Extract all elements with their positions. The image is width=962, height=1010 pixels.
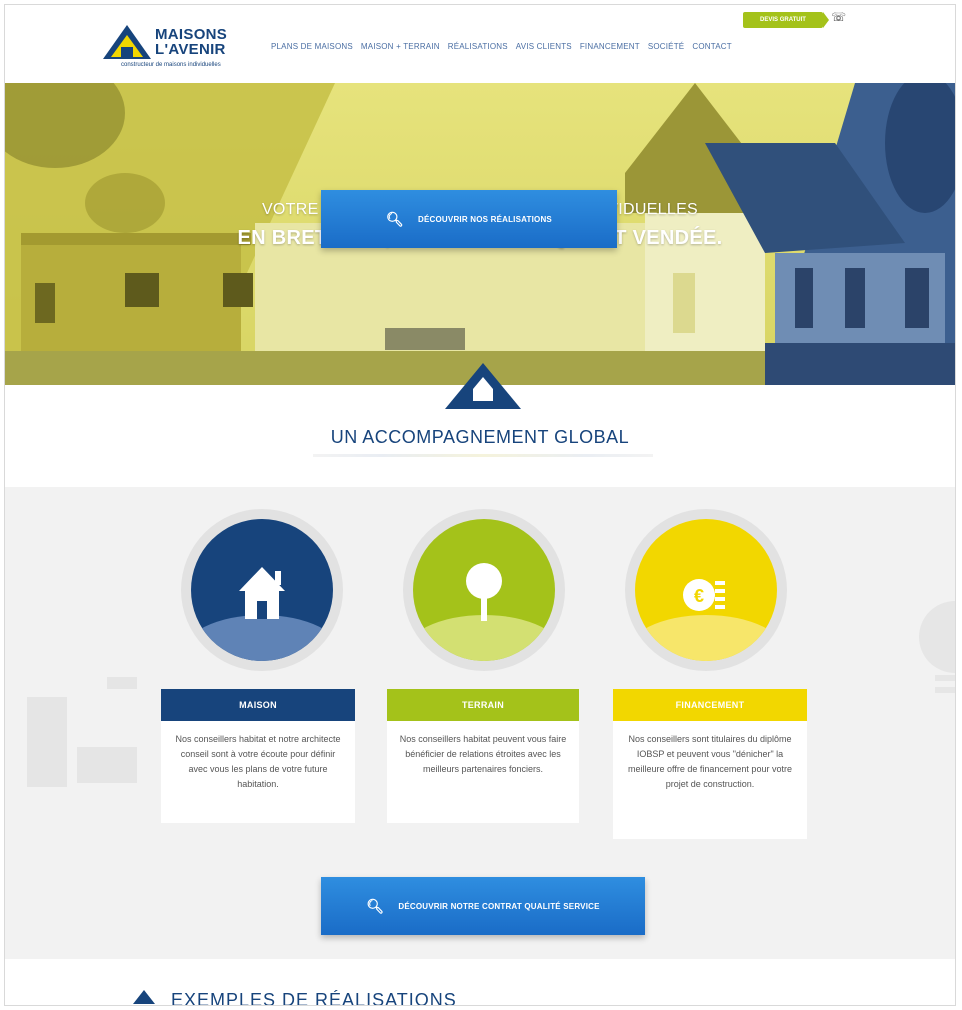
- roof-badge-icon: [445, 363, 521, 409]
- realisations-heading: EXEMPLES DE RÉALISATIONS: [133, 990, 457, 1006]
- card-terrain-text: Nos conseillers habitat peuvent vous fai…: [387, 721, 579, 823]
- main-nav: PLANS DE MAISONS MAISON + TERRAIN RÉALIS…: [271, 42, 732, 51]
- roof-icon: [133, 990, 155, 1004]
- nav-plans[interactable]: PLANS DE MAISONS: [271, 42, 353, 51]
- discover-contract-button[interactable]: 🔍︎ DÉCOUVRIR NOTRE CONTRAT QUALITÉ SERVI…: [321, 877, 645, 935]
- card-financement-title: FINANCEMENT: [613, 689, 807, 721]
- card-terrain-title: TERRAIN: [387, 689, 579, 721]
- svg-text:€: €: [694, 586, 704, 606]
- nav-financement[interactable]: FINANCEMENT: [580, 42, 640, 51]
- discover-realisations-button[interactable]: 🔍︎ DÉCOUVRIR NOS RÉALISATIONS: [321, 190, 617, 248]
- nav-contact[interactable]: CONTACT: [692, 42, 731, 51]
- section-title: UN ACCOMPAGNEMENT GLOBAL: [330, 427, 630, 447]
- contract-cta-label: DÉCOUVRIR NOTRE CONTRAT QUALITÉ SERVICE: [398, 901, 600, 911]
- house-icon: [239, 567, 285, 619]
- site-header: MAISONS L'AVENIR constructeur de maisons…: [5, 5, 955, 83]
- maison-circle: [181, 509, 343, 671]
- phone-icon[interactable]: ☏: [831, 10, 846, 24]
- lightbulb-decoration-icon: [919, 601, 955, 693]
- nav-maison-terrain[interactable]: MAISON + TERRAIN: [361, 42, 440, 51]
- card-maison-text: Nos conseillers habitat et notre archite…: [161, 721, 355, 823]
- tree-icon: [466, 563, 502, 621]
- euro-coin-icon: €: [683, 579, 725, 611]
- tools-decoration-icon: [27, 677, 137, 787]
- card-maison-title: MAISON: [161, 689, 355, 721]
- terrain-circle: [403, 509, 565, 671]
- section-title-underline: [313, 454, 653, 457]
- logo-tagline: constructeur de maisons individuelles: [121, 62, 221, 68]
- site-logo[interactable]: MAISONS L'AVENIR constructeur de maisons…: [101, 21, 251, 71]
- card-financement-text: Nos conseillers sont titulaires du diplô…: [613, 721, 807, 839]
- nav-societe[interactable]: SOCIÉTÉ: [648, 42, 685, 51]
- nav-avis-clients[interactable]: AVIS CLIENTS: [516, 42, 572, 51]
- nav-realisations[interactable]: RÉALISATIONS: [448, 42, 508, 51]
- logo-roof-icon: [103, 25, 151, 59]
- financement-circle: €: [625, 509, 787, 671]
- realisations-title: EXEMPLES DE RÉALISATIONS: [171, 990, 457, 1006]
- cta-label: DÉCOUVRIR NOS RÉALISATIONS: [418, 214, 552, 224]
- search-icon: 🔍︎: [366, 897, 385, 914]
- search-icon: 🔍︎: [386, 210, 405, 227]
- page-frame: MAISONS L'AVENIR constructeur de maisons…: [4, 4, 956, 1006]
- devis-button[interactable]: DEVIS GRATUIT: [743, 12, 829, 28]
- logo-line2: L'AVENIR: [155, 41, 226, 58]
